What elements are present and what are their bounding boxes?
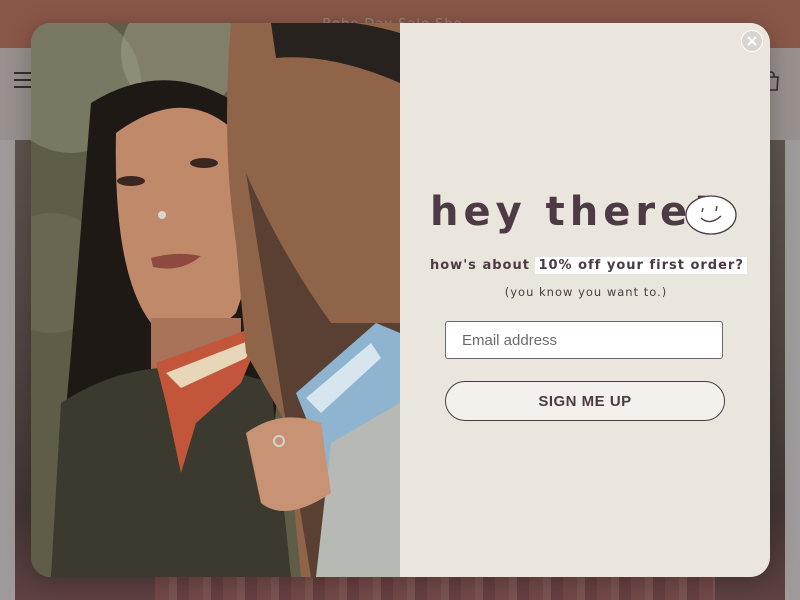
offer-highlight: 10% off your first order? bbox=[535, 257, 747, 274]
modal-photo bbox=[31, 23, 400, 577]
headline: hey there! bbox=[430, 189, 716, 235]
newsletter-modal: hey there! how's about 10% off your firs… bbox=[31, 23, 770, 577]
offer-prefix: how's about bbox=[430, 258, 536, 273]
modal-content: hey there! how's about 10% off your firs… bbox=[400, 23, 770, 577]
email-field[interactable] bbox=[445, 321, 723, 359]
close-icon bbox=[747, 36, 757, 46]
sign-up-button[interactable]: SIGN ME UP bbox=[445, 381, 725, 421]
couple-photo bbox=[31, 23, 400, 577]
smiley-doodle-icon bbox=[685, 195, 737, 235]
offer-subtext: (you know you want to.) bbox=[504, 285, 668, 299]
offer-text: how's about 10% off your first order? bbox=[430, 257, 747, 274]
close-button[interactable] bbox=[741, 30, 763, 52]
